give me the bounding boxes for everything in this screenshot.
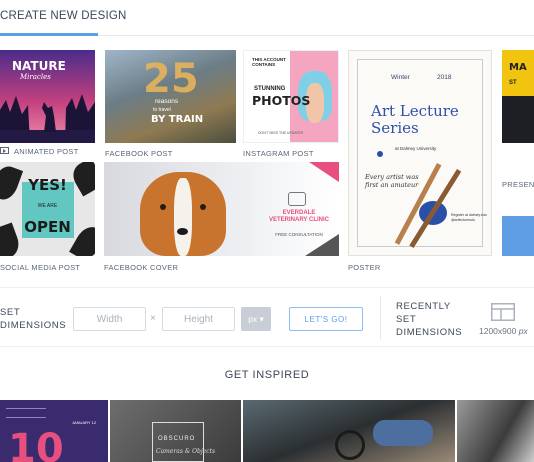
inspiration-number: 10 [8, 426, 64, 462]
insta-photos: PHOTOS [252, 93, 311, 108]
poster-year: 2018 [437, 74, 452, 81]
clinic-logo-icon [288, 192, 306, 206]
width-input[interactable] [73, 307, 146, 331]
poster-title: Art Lecture Series [371, 102, 459, 137]
times-sign: × [150, 313, 156, 324]
dog-eye [200, 204, 206, 210]
inspiration-tile-4[interactable] [457, 400, 534, 462]
inspiration-tagline: Cameras & Objects [156, 448, 216, 455]
set-dimensions-bar: SET DIMENSIONS × px ▾ LET'S GO! RECENTLY… [0, 287, 534, 347]
set-dimensions-label: SET DIMENSIONS [0, 306, 66, 332]
poster-university: at Dalmey University [395, 146, 437, 151]
inspiration-date: JANUARY 12 [72, 420, 97, 425]
animated-post-title: NATURE [12, 59, 66, 73]
section-title: CREATE NEW DESIGN [0, 10, 127, 22]
template-presentation[interactable]: MA ST [502, 50, 534, 143]
set-label-line2: DIMENSIONS [0, 320, 67, 331]
set-label-line1: SET [0, 307, 21, 318]
dog-eye [160, 204, 166, 210]
poster-quote: Every artist was first an amateur [365, 173, 419, 189]
insta-small-text: THIS ACCOUNT CONTAINS [252, 57, 286, 67]
animated-post-label: ANIMATED POST [14, 147, 79, 156]
fbpost-line2: to travel [153, 107, 171, 113]
presentation-label: PRESENT [502, 180, 534, 189]
dog-blaze [174, 178, 192, 256]
recent-line3: DIMENSIONS [396, 327, 463, 338]
animated-post-subtitle: Miracles [20, 73, 51, 81]
play-icon [0, 147, 9, 154]
presentation-yellow-band [502, 50, 534, 96]
recent-line2: SET [396, 314, 417, 325]
decorative-lines [6, 408, 46, 418]
template-instagram-post[interactable]: THIS ACCOUNT CONTAINS STUNNING PHOTOS DO… [243, 50, 339, 143]
instagram-post-label: INSTAGRAM POST [243, 149, 314, 158]
recent-size-number: 1200x900 [479, 326, 517, 336]
get-inspired-heading: GET INSPIRED [224, 369, 310, 381]
presentation-text-2: ST [509, 80, 517, 86]
template-animated-post[interactable]: NATURE Miracles [0, 50, 95, 143]
arm-shape [373, 420, 433, 446]
template-facebook-cover[interactable]: EVERDALE VETERINARY CLINIC FREE CONSULTA… [104, 162, 339, 256]
unit-select[interactable]: px ▾ [241, 307, 271, 331]
frame-box [152, 422, 204, 462]
gray-corner [305, 234, 339, 256]
inspiration-tile-1[interactable]: JANUARY 12 10 [0, 400, 108, 462]
dog-nose [177, 228, 188, 235]
recently-set-dimensions-label: RECENTLY SET DIMENSIONS [396, 300, 462, 339]
recent-line1: RECENTLY [396, 301, 451, 312]
inspiration-brand: OBSCURO [158, 436, 196, 442]
title-underline [0, 33, 98, 36]
fbpost-line1: reasons [155, 98, 179, 105]
inspiration-tile-3[interactable] [243, 400, 455, 462]
paint-dot [377, 151, 383, 157]
facebook-cover-label: FACEBOOK COVER [104, 263, 179, 272]
create-new-design-header: CREATE NEW DESIGN [0, 0, 534, 36]
layout-icon[interactable] [491, 303, 515, 321]
presentation-text-1: MA [509, 62, 527, 73]
poster-label: POSTER [348, 263, 381, 272]
template-poster[interactable]: Winter 2018 Art Lecture Series at Dalmey… [348, 50, 492, 256]
divider [380, 296, 381, 340]
poster-fineprint: Register at dalmey.edu @artlecturesdu [451, 213, 487, 222]
pink-corner [309, 162, 339, 182]
recent-size-unit: px [518, 326, 528, 336]
insta-stunning: STUNNING [254, 86, 286, 92]
social-media-post-label: SOCIAL MEDIA POST [0, 263, 81, 272]
inspiration-tile-2[interactable]: OBSCURO Cameras & Objects [110, 400, 241, 462]
social-open: OPEN [24, 218, 71, 236]
clinic-name: EVERDALE VETERINARY CLINIC [268, 210, 329, 223]
camera-lens [335, 430, 365, 460]
recent-size-value[interactable]: 1200x900 px [479, 326, 528, 336]
fbpost-number: 25 [143, 56, 199, 102]
lets-go-button[interactable]: LET'S GO! [289, 307, 363, 331]
poster-season: Winter [391, 74, 410, 81]
social-middle: WE ARE [37, 203, 58, 209]
facebook-post-label: FACEBOOK POST [105, 149, 173, 158]
social-yes: YES! [28, 176, 67, 194]
template-partial-blue[interactable] [502, 216, 534, 256]
height-input[interactable] [162, 307, 235, 331]
insta-foot: DON'T MISS THE UPDATES [258, 131, 304, 135]
fbpost-line3: BY TRAIN [151, 114, 204, 125]
template-social-media-post[interactable]: YES! WE ARE OPEN [0, 162, 95, 256]
template-facebook-post[interactable]: 25 reasons to travel BY TRAIN [105, 50, 236, 143]
